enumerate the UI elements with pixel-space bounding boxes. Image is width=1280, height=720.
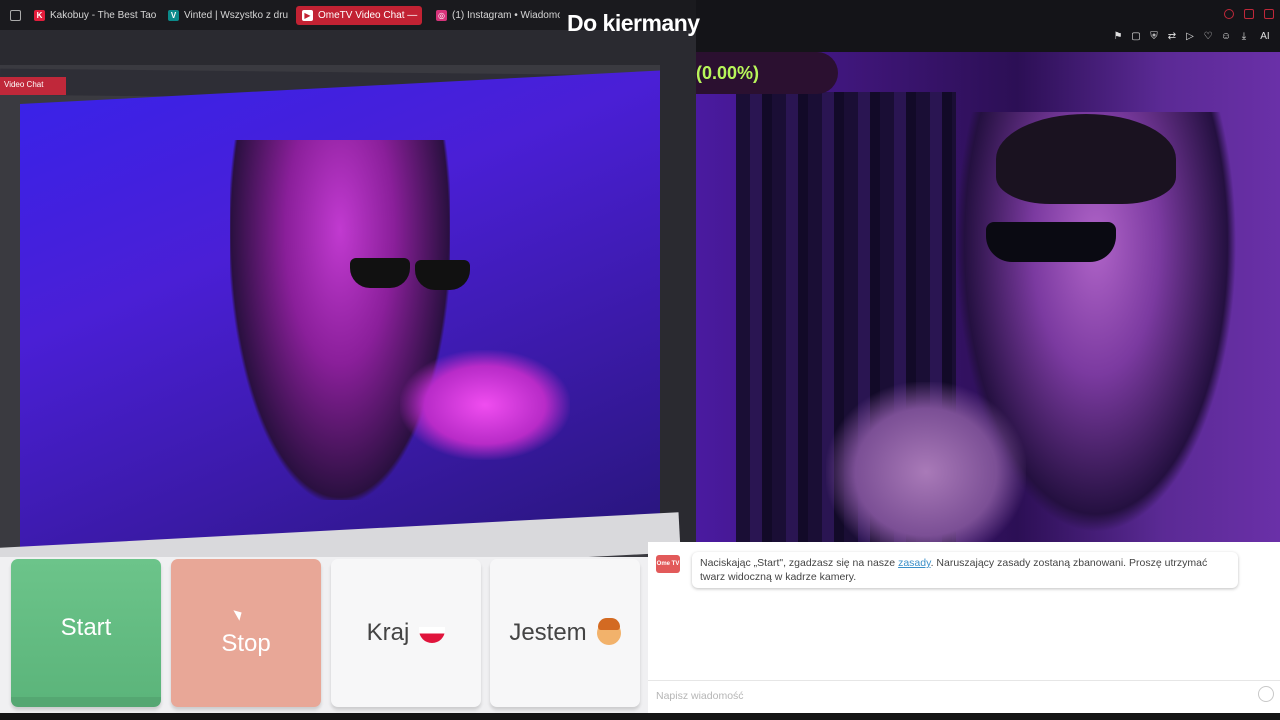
chat-panel: Ome TV Naciskając „Start", zgadzasz się … [648,542,1280,720]
system-message: Naciskając „Start", zgadzasz się na nasz… [692,552,1238,588]
stop-button[interactable]: Stop [171,559,321,707]
maximize-icon[interactable] [1264,9,1274,19]
tab-vinted[interactable]: V Vinted | Wszystko z drugi [162,6,288,25]
tab-instagram[interactable]: ◎ (1) Instagram • Wiadomoś [430,6,560,25]
tab-list-icon [10,10,21,21]
sunglasses [986,222,1116,262]
controls-panel: Start Stop Kraj Jestem [0,557,648,720]
ometv-favicon-icon: ▶ [302,10,313,21]
poland-flag-icon [419,627,446,643]
kakobuy-favicon-icon: K [34,10,45,21]
message-input[interactable]: Napisz wiadomość [648,680,1280,710]
play-icon[interactable]: ▷ [1184,31,1196,43]
heart-icon[interactable]: ♡ [1202,31,1214,43]
start-label: Start [60,614,112,641]
tab-label: OmeTV Video Chat — [318,10,418,21]
country-label: Kraj [366,619,410,646]
shield-icon[interactable]: ⛨ [1148,31,1160,43]
tab-icon[interactable]: ▢ [1130,31,1142,43]
taskbar-edge [0,713,1280,720]
bookmark-icon[interactable]: ⚑ [1112,31,1124,43]
tab-ometv[interactable]: ▶ OmeTV Video Chat — [296,6,422,25]
tab-menu-icon[interactable] [4,6,26,25]
system-message-prefix: Naciskając „Start", zgadzasz się na nasz… [700,557,899,569]
sunglasses-left [350,258,410,288]
tab-label: Vinted | Wszystko z drugi [184,10,288,21]
stream-title: Do kiermany [567,10,700,36]
ometv-logo-icon: Ome TV [656,555,680,573]
tab-label: Kakobuy - The Best Taob [50,10,156,21]
instagram-favicon-icon: ◎ [436,10,447,21]
emoji-icon[interactable] [1258,686,1274,702]
monitor-tab: Video Chat [0,77,66,95]
shoulder [826,382,1026,542]
country-button[interactable]: Kraj [331,559,481,707]
tab-kakobuy[interactable]: K Kakobuy - The Best Taob [28,6,156,25]
minimize-icon[interactable] [1244,9,1254,19]
browser-toolbar: ⚑ ▢ ⛨ ⇄ ▷ ♡ ☺ ⤓ AI [696,0,1280,52]
start-button[interactable]: Start [11,559,161,707]
translate-icon[interactable]: ⇄ [1166,31,1178,43]
hand-gesture [400,350,570,460]
sunglasses-right [415,260,470,290]
local-video: Video Chat [0,30,696,557]
extension-icons: ⚑ ▢ ⛨ ⇄ ▷ ♡ ☺ ⤓ AI [1112,31,1274,43]
vinted-favicon-icon: V [168,10,179,21]
tab-label: (1) Instagram • Wiadomoś [452,10,560,21]
ai-icon[interactable]: AI [1256,31,1274,43]
gender-label: Jestem [509,619,587,646]
window-controls [1224,9,1274,19]
user-icon[interactable]: ☺ [1220,31,1232,43]
boy-face-icon [596,618,621,645]
gender-button[interactable]: Jestem [490,559,640,707]
search-icon[interactable] [1224,9,1234,19]
stop-label: Stop [221,630,271,657]
percentage-counter: (0.00%) [696,52,838,94]
remote-video [696,52,1280,542]
download-icon[interactable]: ⤓ [1238,31,1250,43]
hair [996,114,1176,204]
rules-link[interactable]: zasady [898,557,931,569]
